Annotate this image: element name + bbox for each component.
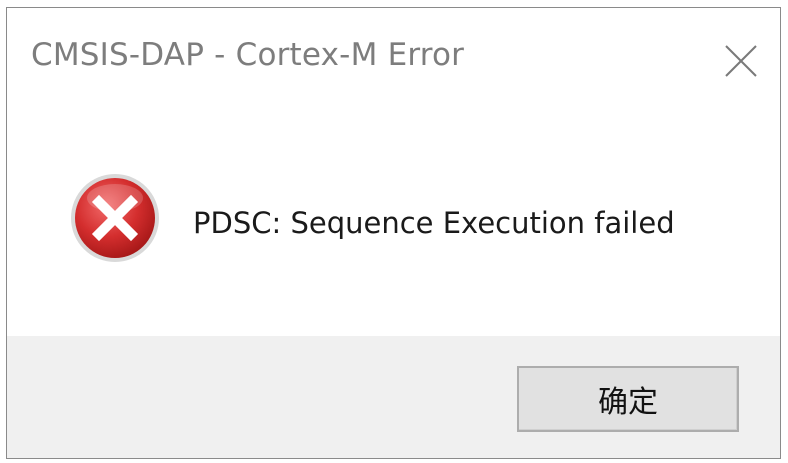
- dialog-title: CMSIS-DAP - Cortex-M Error: [31, 37, 465, 73]
- ok-button[interactable]: 确定: [517, 366, 739, 432]
- close-button[interactable]: [704, 8, 780, 104]
- dialog-content: PDSC: Sequence Execution failed: [7, 112, 780, 338]
- error-icon: [71, 174, 159, 262]
- error-message: PDSC: Sequence Execution failed: [193, 206, 675, 240]
- dialog-footer: 确定: [7, 336, 780, 458]
- title-bar[interactable]: CMSIS-DAP - Cortex-M Error: [7, 8, 780, 112]
- error-dialog: CMSIS-DAP - Cortex-M Error PDSC: Sequenc…: [6, 7, 781, 459]
- close-icon: [725, 45, 757, 77]
